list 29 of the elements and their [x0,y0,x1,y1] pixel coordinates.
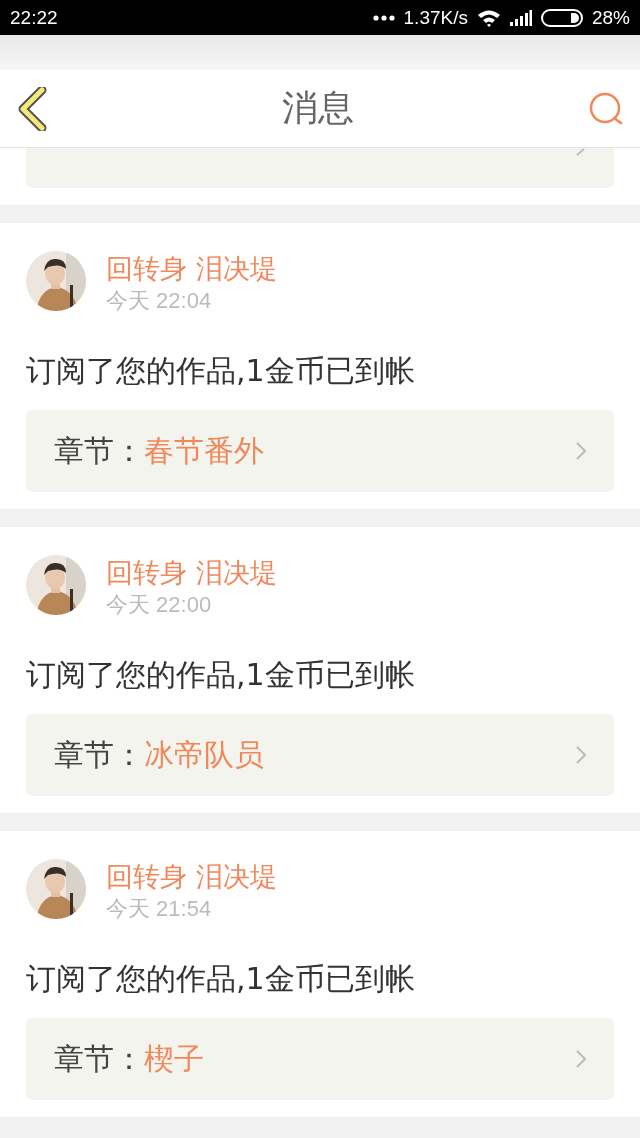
message-text: 订阅了您的作品,1金币已到帐 [26,960,416,998]
chapter-row[interactable]: 章节：楔子 [26,1018,614,1100]
chevron-icon [576,1050,586,1068]
chapter-row[interactable]: 章节：春节番外 [26,410,614,492]
back-icon[interactable] [18,86,48,131]
message-text: 订阅了您的作品,1金币已到帐 [26,656,416,694]
chapter-label: 章节： [54,431,144,470]
chapter-title: 楔子 [144,1039,204,1078]
message-time: 今天 21:54 [106,895,213,923]
chapter-title: 冰帝队员 [144,735,264,774]
chevron-icon [576,148,586,156]
battery-icon [540,8,583,27]
search-icon[interactable] [588,91,624,126]
wifi-icon [476,8,501,27]
chapter-label: 章节： [54,1039,144,1078]
message-time: 今天 22:04 [106,287,213,315]
signal-icon [509,9,532,26]
more-dots-icon [372,14,395,21]
chapter-title: 春节番外 [144,431,264,470]
chevron-icon [576,746,586,764]
battery-percent: 28% [591,6,630,29]
chapter-row[interactable]: 章节：冰帝队员 [26,714,614,796]
page-title: 消息 [282,86,354,130]
message-time: 今天 22:00 [106,591,213,619]
chapter-label: 章节： [54,735,144,774]
status-time: 22:22 [10,6,58,29]
chevron-icon [576,442,586,460]
network-speed: 1.37K/s [403,6,468,29]
message-text: 订阅了您的作品,1金币已到帐 [26,352,416,390]
